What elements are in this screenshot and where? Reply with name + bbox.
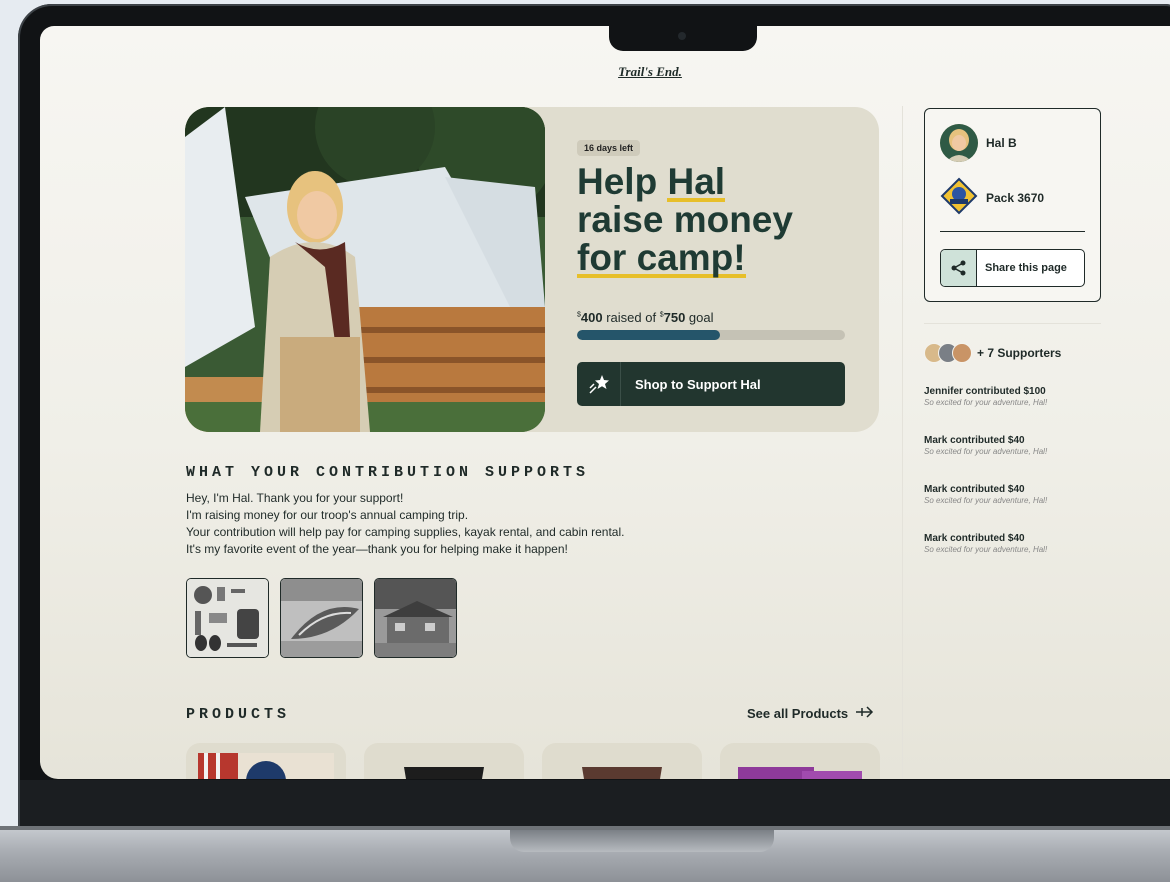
thumbnail-cabin[interactable] <box>374 578 457 658</box>
headline-highlight-name: Hal <box>667 161 726 202</box>
profile-row: Hal B <box>940 124 1017 162</box>
feed-item: Mark contributed $40 So excited for your… <box>924 484 1144 505</box>
pack-row: Pack 3670 <box>940 177 1044 218</box>
shop-to-support-button[interactable]: Shop to Support Hal <box>577 362 845 406</box>
contribution-message: So excited for your adventure, Hal! <box>924 545 1048 554</box>
arrow-right-icon <box>856 706 874 721</box>
product-card[interactable] <box>186 743 346 779</box>
supporter-feed: Jennifer contributed $100 So excited for… <box>924 386 1144 582</box>
thumbnail-kayak[interactable] <box>280 578 363 658</box>
scout-name: Hal B <box>986 136 1017 150</box>
headline-line-1-prefix: Help <box>577 161 668 202</box>
share-label: Share this page <box>985 262 1067 274</box>
product-card[interactable] <box>364 743 524 779</box>
contribution-text: Mark contributed $40 <box>924 484 1025 495</box>
contribution-text: Jennifer contributed $100 <box>924 386 1046 397</box>
raised-amount: 400 <box>580 310 603 325</box>
hero-content: 16 days left Help Hal raise money for ca… <box>577 107 857 432</box>
share-icon <box>941 250 977 286</box>
sidebar-separator <box>924 323 1101 324</box>
sidebar-divider <box>902 106 903 779</box>
supporters-count: + 7 Supporters <box>977 346 1062 360</box>
products-title: PRODUCTS <box>186 706 291 723</box>
contribution-message: So excited for your adventure, Hal! <box>924 496 1048 505</box>
hero-photo <box>185 107 545 432</box>
story-line: I'm raising money for our troop's annual… <box>186 508 469 522</box>
progress-bar <box>577 330 845 340</box>
photo-thumbnails <box>186 578 457 658</box>
thumbnail-camping-supplies[interactable] <box>186 578 269 658</box>
contribution-text: Mark contributed $40 <box>924 533 1025 544</box>
contribution-message: So excited for your adventure, Hal! <box>924 447 1048 456</box>
laptop-hinge <box>510 830 774 852</box>
avatar <box>952 343 972 363</box>
page-title: Help Hal raise money for camp! <box>577 163 847 277</box>
shooting-star-icon <box>577 362 621 406</box>
feed-item: Jennifer contributed $100 So excited for… <box>924 386 1144 407</box>
contribution-message: So excited for your adventure, Hal! <box>924 398 1048 407</box>
contribution-story: Hey, I'm Hal. Thank you for your support… <box>186 490 746 558</box>
days-left-badge: 16 days left <box>577 140 641 156</box>
see-all-label: See all Products <box>747 706 849 721</box>
headline-highlight-camp: for camp! <box>577 237 746 278</box>
see-all-products-link[interactable]: See all Products <box>747 706 874 721</box>
brand-logo[interactable]: Trail's End. <box>605 64 695 80</box>
pack-name: Pack 3670 <box>986 190 1045 205</box>
laptop-chin <box>20 780 1170 826</box>
share-page-button[interactable]: Share this page <box>940 249 1085 287</box>
goal-amount: 750 <box>663 310 686 325</box>
hero-card: 16 days left Help Hal raise money for ca… <box>185 107 879 432</box>
goal-text: goal <box>685 310 714 325</box>
progress-fill <box>577 330 720 340</box>
raised-text: raised of <box>602 310 660 325</box>
story-line: It's my favorite event of the year—thank… <box>186 542 568 556</box>
profile-card: Hal B Pack 3670 Share this page <box>924 108 1101 302</box>
story-line: Your contribution will help pay for camp… <box>186 525 625 539</box>
supporter-avatars <box>924 343 972 363</box>
headline-line-2: raise money <box>577 199 793 240</box>
story-line: Hey, I'm Hal. Thank you for your support… <box>186 491 404 505</box>
product-card[interactable] <box>542 743 702 779</box>
product-card[interactable] <box>720 743 880 779</box>
feed-item: Mark contributed $40 So excited for your… <box>924 533 1144 554</box>
cub-scout-badge-icon <box>940 177 978 218</box>
shop-button-label: Shop to Support Hal <box>635 376 761 392</box>
headline-line-3: for camp! <box>577 239 847 277</box>
camera-notch <box>609 26 757 51</box>
headline-line-1: Help Hal <box>577 163 847 201</box>
contribution-title: WHAT YOUR CONTRIBUTION SUPPORTS <box>186 464 590 481</box>
contribution-text: Mark contributed $40 <box>924 435 1025 446</box>
feed-item: Mark contributed $40 So excited for your… <box>924 435 1144 456</box>
avatar <box>940 124 978 162</box>
raised-summary: $400 raised of $750 goal <box>577 310 714 325</box>
supporters-summary[interactable]: + 7 Supporters <box>924 343 1061 363</box>
screen: Trail's End. 16 days left Help Hal raise… <box>40 26 1170 779</box>
profile-card-rule <box>940 231 1085 232</box>
